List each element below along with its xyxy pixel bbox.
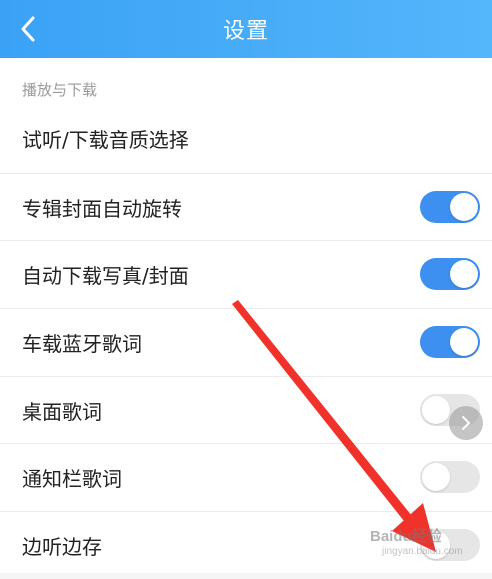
watermark-logo: Baidu经验 <box>370 528 442 545</box>
watermark-url: jingyan.baidu.com <box>382 546 463 557</box>
annotation-arrow <box>232 300 436 552</box>
